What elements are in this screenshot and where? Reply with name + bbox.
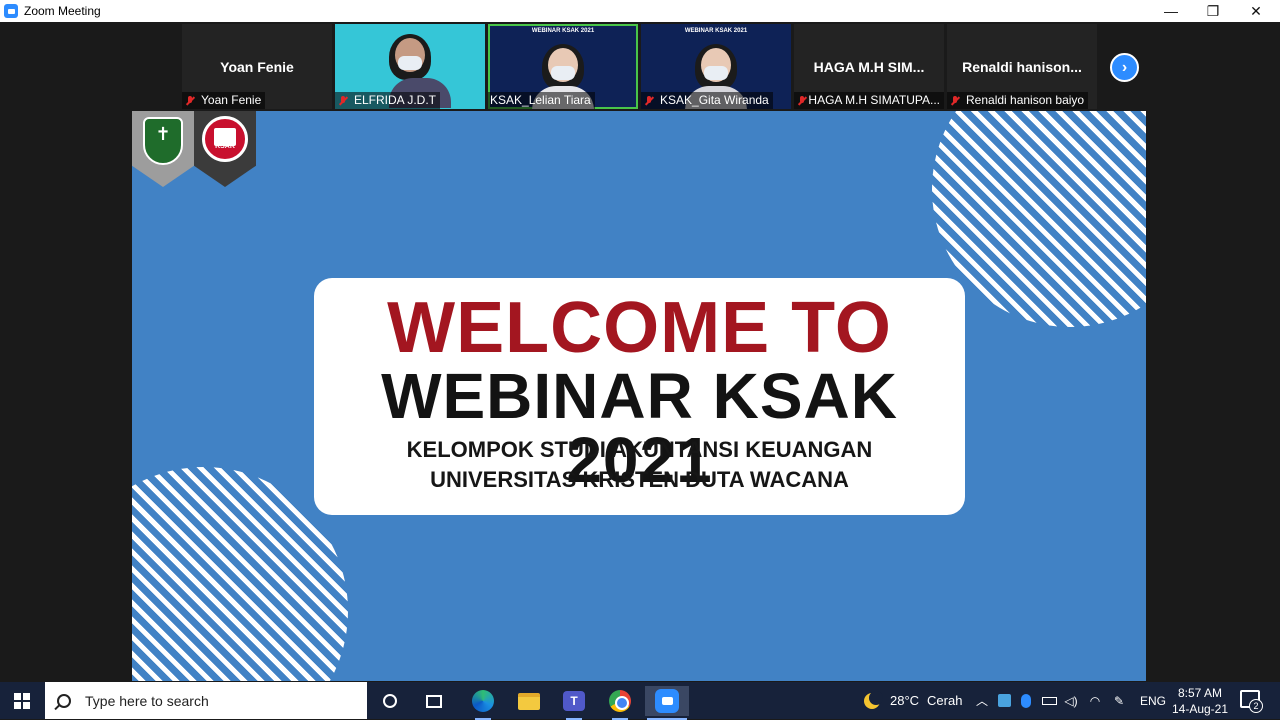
- participant-name: HAGA M.H SIMATUPA...: [808, 93, 940, 107]
- ksak-logo: KSAK: [194, 111, 256, 187]
- cortana-button[interactable]: [370, 686, 410, 716]
- task-view-icon: [426, 694, 442, 708]
- tile-banner-text: WEBINAR KSAK 2021: [684, 28, 748, 34]
- chevron-up-icon[interactable]: ︿: [971, 682, 993, 719]
- participant-label: Yoan Fenie: [182, 92, 266, 109]
- weather-desc: Cerah: [927, 693, 963, 708]
- clock-time: 8:57 AM: [1177, 686, 1223, 700]
- cross-emblem-icon: [143, 117, 183, 165]
- welcome-card: WELCOME TO WEBINAR KSAK 2021 KELOMPOK ST…: [314, 278, 965, 515]
- cortana-icon: [383, 694, 397, 708]
- title-bar: Zoom Meeting — ❐ ✕: [0, 0, 1280, 22]
- participant-video-icon: [542, 44, 584, 90]
- muted-mic-icon: [796, 95, 805, 107]
- weather-temp: 28°C: [890, 693, 920, 708]
- participant-label: Renaldi hanison baiyo: [947, 92, 1089, 109]
- zoom-logo-icon: [4, 4, 18, 18]
- app-tray-icon[interactable]: [993, 682, 1015, 719]
- chrome-icon: [609, 690, 631, 712]
- building-emblem-icon: [202, 116, 248, 162]
- notification-count-badge: 2: [1249, 699, 1263, 713]
- battery-icon[interactable]: [1038, 682, 1060, 719]
- restore-button[interactable]: ❐: [1192, 0, 1234, 22]
- clock-date: 14-Aug-21: [1171, 702, 1229, 716]
- close-button[interactable]: ✕: [1235, 0, 1277, 22]
- edge-app[interactable]: [463, 686, 503, 720]
- window-title: Zoom Meeting: [24, 4, 101, 18]
- windows-logo-icon: [14, 692, 30, 709]
- participant-tile[interactable]: Renaldi hanison... Renaldi hanison baiyo: [947, 24, 1097, 109]
- participant-tile[interactable]: ELFRIDA J.D.T: [335, 24, 485, 109]
- search-icon: [57, 693, 71, 708]
- muted-mic-icon: [184, 95, 196, 107]
- muted-mic-icon: [337, 95, 349, 107]
- tile-banner-text: WEBINAR KSAK 2021: [531, 28, 595, 34]
- participant-tile-active-speaker[interactable]: WEBINAR KSAK 2021 KSAK_Lelian Tiara: [488, 24, 638, 109]
- participant-tile[interactable]: WEBINAR KSAK 2021 KSAK_Gita Wiranda: [641, 24, 791, 109]
- participant-display-name: Yoan Fenie: [220, 59, 294, 75]
- folder-icon: [518, 692, 540, 710]
- participant-name: KSAK_Gita Wiranda: [660, 93, 769, 107]
- participant-name: Renaldi hanison baiyo: [966, 93, 1085, 107]
- teams-app[interactable]: T: [554, 686, 594, 720]
- ukdw-logo: [132, 111, 194, 187]
- participant-display-name: HAGA M.H SIM...: [813, 59, 925, 75]
- taskbar-clock[interactable]: 8:57 AM 14-Aug-21: [1168, 685, 1232, 717]
- taskbar: Type here to search T 28°C Cerah ︿ ◁) ◠ …: [0, 682, 1280, 720]
- university-line: UNIVERSITAS KRISTEN DUTA WACANA: [430, 467, 849, 492]
- participant-label: ELFRIDA J.D.T: [335, 92, 441, 109]
- next-page-button[interactable]: ›: [1110, 53, 1139, 82]
- participant-tile[interactable]: HAGA M.H SIM... HAGA M.H SIMATUPA...: [794, 24, 944, 109]
- participant-label: KSAK_Lelian Tiara: [488, 92, 595, 109]
- participant-display-name: Renaldi hanison...: [962, 59, 1082, 75]
- search-placeholder: Type here to search: [85, 692, 209, 709]
- edge-icon: [472, 690, 494, 712]
- chrome-app[interactable]: [600, 686, 640, 720]
- start-button[interactable]: [0, 682, 44, 719]
- zoom-icon: [655, 689, 679, 713]
- file-explorer-app[interactable]: [509, 686, 549, 716]
- taskbar-search[interactable]: Type here to search: [45, 682, 367, 719]
- organizer-line: KELOMPOK STUDI AKUNTANSI KEUANGAN: [406, 437, 873, 462]
- weather-widget[interactable]: 28°C Cerah: [864, 682, 962, 719]
- teams-icon: T: [563, 691, 585, 711]
- participant-video-icon: [695, 44, 737, 90]
- participant-name: ELFRIDA J.D.T: [354, 93, 437, 107]
- ksak-logo-text: KSAK: [215, 143, 235, 150]
- weather-moon-icon: [864, 690, 883, 709]
- language-indicator[interactable]: ENG: [1140, 682, 1166, 719]
- muted-mic-icon: [643, 95, 655, 107]
- volume-icon[interactable]: ◁): [1060, 682, 1082, 719]
- welcome-heading: WELCOME TO: [387, 288, 892, 368]
- participant-label: HAGA M.H SIMATUPA...: [794, 92, 944, 109]
- shared-screen: KSAK WELCOME TO WEBINAR KSAK 2021 KELOMP…: [132, 111, 1146, 681]
- participant-tile[interactable]: Yoan Fenie Yoan Fenie: [182, 24, 332, 109]
- participant-label: KSAK_Gita Wiranda: [641, 92, 773, 109]
- participant-name: KSAK_Lelian Tiara: [490, 93, 591, 107]
- task-view-button[interactable]: [414, 686, 454, 716]
- bluetooth-icon[interactable]: [1015, 682, 1037, 719]
- participant-name: Yoan Fenie: [201, 93, 262, 107]
- minimize-button[interactable]: —: [1150, 0, 1192, 22]
- participant-video-icon: [389, 34, 431, 80]
- zoom-app[interactable]: [645, 686, 689, 720]
- muted-mic-icon: [949, 95, 961, 107]
- pen-icon[interactable]: ✎: [1108, 682, 1130, 719]
- wifi-icon[interactable]: ◠: [1084, 682, 1106, 719]
